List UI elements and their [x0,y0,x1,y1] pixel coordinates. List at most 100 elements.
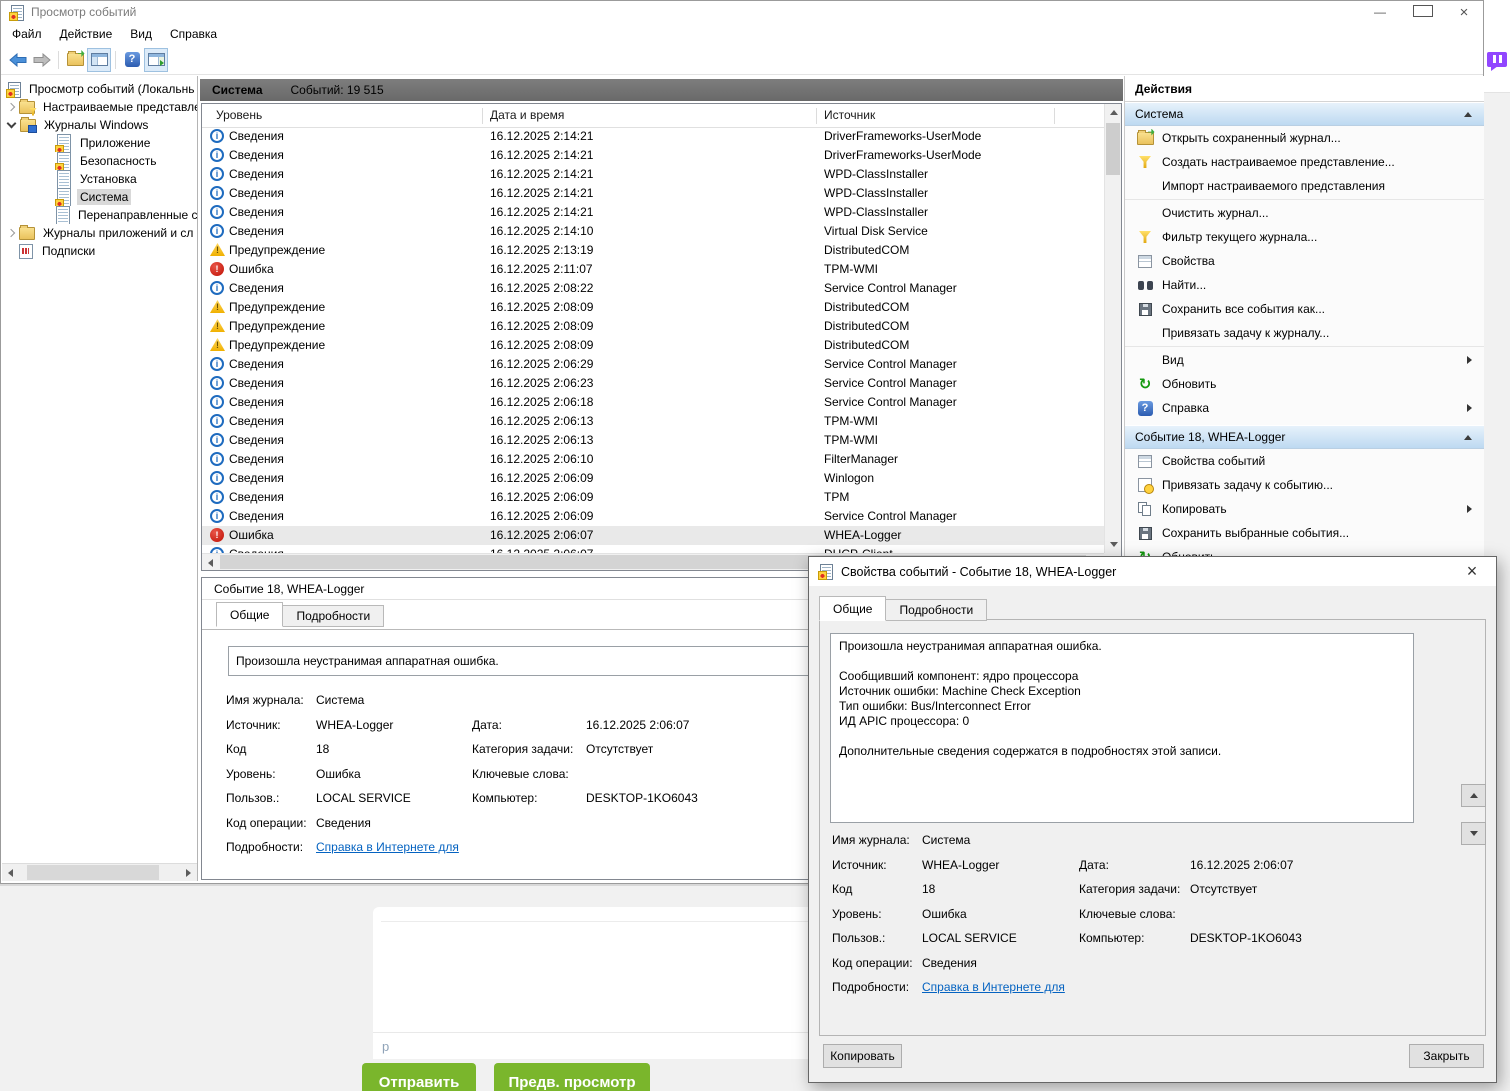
event-row[interactable]: i Сведения 16.12.2025 2:06:10 FilterManager [202,450,1104,469]
event-row[interactable]: i Сведения 16.12.2025 2:14:21 WPD-ClassInst… [202,203,1104,222]
event-row[interactable]: ! Предупреждение 16.12.2025 2:08:09 Distrib… [202,298,1104,317]
toggle-console-tree-button[interactable] [87,47,111,72]
maximize-button[interactable] [1413,4,1433,20]
event-row[interactable]: i Сведения 16.12.2025 2:06:09 Winlogon [202,469,1104,488]
event-row[interactable]: iСведения16.12.2025 2:06:07DHCP-Client [202,545,1104,553]
online-help-link[interactable]: Справка в Интернете для [316,840,459,854]
help-button[interactable]: ? [120,48,144,72]
event-row[interactable]: ! Предупреждение 16.12.2025 2:08:09 Distrib… [202,317,1104,336]
menu-item-1[interactable]: Действие [51,25,122,43]
twitch-icon[interactable] [1487,52,1507,72]
action-item[interactable]: Открыть сохраненный журнал... [1125,126,1484,150]
event-row[interactable]: i Сведения 16.12.2025 2:06:23 Service Contr… [202,374,1104,393]
action-item[interactable]: Копировать [1125,497,1484,521]
action-item[interactable]: Привязать задачу к событию... [1125,473,1484,497]
chevron-right-icon[interactable] [6,102,16,112]
tree-item-4[interactable]: Безопасность [2,152,197,170]
menu-item-3[interactable]: Справка [161,25,226,43]
title-bar[interactable]: Просмотр событий — × [1,1,1483,23]
event-source: FilterManager [824,452,899,466]
event-row[interactable]: i Сведения 16.12.2025 2:06:13 TPM-WMI [202,431,1104,450]
event-row[interactable]: i Сведения 16.12.2025 2:14:10 Virtual Disk … [202,222,1104,241]
tree-item-8[interactable]: Журналы приложений и сл [2,224,197,242]
collapse-icon[interactable] [1464,434,1472,440]
dialog-title-bar[interactable]: Свойства событий - Событие 18, WHEA-Logg… [809,557,1496,586]
vertical-scrollbar[interactable] [1104,104,1121,553]
tree-item-5[interactable]: Установка [2,170,197,188]
action-item[interactable]: Импорт настраиваемого представления [1125,174,1484,198]
action-item[interactable]: Привязать задачу к журналу... [1125,321,1484,345]
event-row[interactable]: i Сведения 16.12.2025 2:14:21 DriverFramewo… [202,146,1104,165]
submit-button[interactable]: Отправить [362,1063,476,1091]
event-row[interactable]: i Сведения 16.12.2025 2:06:09 Service Contr… [202,507,1104,526]
tree-item-9[interactable]: Подписки [2,242,197,260]
event-row[interactable]: i Сведения 16.12.2025 2:06:09 TPM [202,488,1104,507]
scroll-up-button[interactable] [1105,104,1122,121]
open-saved-log-button[interactable] [63,48,87,72]
chevron-right-icon[interactable] [6,228,16,238]
toggle-action-pane-button[interactable] [144,47,168,72]
action-group-header-0[interactable]: Система [1125,102,1484,126]
action-item[interactable]: Фильтр текущего журнала... [1125,225,1484,249]
dialog-tab-details[interactable]: Подробности [885,599,988,621]
minimize-button[interactable]: — [1371,5,1389,19]
action-group-header-1[interactable]: Событие 18, WHEA-Logger [1125,425,1484,449]
action-item[interactable]: Сохранить все события как... [1125,297,1484,321]
preview-button[interactable]: Предв. просмотр [494,1063,650,1091]
tree-item-3[interactable]: Приложение [2,134,197,152]
event-row[interactable]: i Сведения 16.12.2025 2:14:21 WPD-ClassInst… [202,165,1104,184]
action-item[interactable]: Свойства [1125,249,1484,273]
event-row[interactable]: i Сведения 16.12.2025 2:06:18 Service Contr… [202,393,1104,412]
tree-item-label: Установка [80,172,137,186]
back-button[interactable] [6,48,30,72]
action-item[interactable]: Свойства событий [1125,449,1484,473]
menu-item-2[interactable]: Вид [121,25,161,43]
column-level[interactable]: Уровень [216,108,262,122]
dialog-close-button[interactable]: × [1452,557,1492,586]
tree-item-1[interactable]: Настраиваемые представле [2,98,197,116]
tree-item-7[interactable]: Перенаправленные соб [2,206,197,224]
close-button[interactable]: × [1455,4,1473,21]
event-row[interactable]: i Сведения 16.12.2025 2:14:21 DriverFramewo… [202,127,1104,146]
scroll-left-button[interactable] [202,554,219,571]
tree-item-0[interactable]: Просмотр событий (Локальнь [2,80,197,98]
action-item[interactable]: Создать настраиваемое представление... [1125,150,1484,174]
action-item[interactable]: Сохранить выбранные события... [1125,521,1484,545]
scroll-down-button[interactable] [1105,536,1122,553]
dialog-tab-general[interactable]: Общие [819,596,887,621]
close-dialog-button[interactable]: Закрыть [1409,1044,1484,1068]
chevron-down-icon[interactable] [6,118,17,129]
online-help-link[interactable]: Справка в Интернете для [922,980,1065,994]
action-item[interactable]: Очистить журнал... [1125,201,1484,225]
event-datetime: 16.12.2025 2:06:29 [490,357,594,371]
tree-horizontal-scrollbar[interactable] [2,863,197,881]
column-source[interactable]: Источник [824,108,875,122]
tab-details[interactable]: Подробности [282,605,385,627]
event-row[interactable]: ! Предупреждение 16.12.2025 2:13:19 Distrib… [202,241,1104,260]
column-datetime[interactable]: Дата и время [490,108,564,122]
action-item[interactable]: Вид [1125,348,1484,372]
event-row[interactable]: ! Ошибка 16.12.2025 2:06:07 WHEA-Logger [202,526,1104,545]
scroll-right-button[interactable] [180,864,197,881]
forward-button[interactable] [30,48,54,72]
event-row[interactable]: i Сведения 16.12.2025 2:06:29 Service Contr… [202,355,1104,374]
event-row[interactable]: ! Предупреждение 16.12.2025 2:08:09 Distrib… [202,336,1104,355]
event-row[interactable]: i Сведения 16.12.2025 2:06:13 TPM-WMI [202,412,1104,431]
previous-event-button[interactable] [1461,784,1486,807]
field-label: Имя журнала: [832,833,910,848]
event-row[interactable]: i Сведения 16.12.2025 2:08:22 Service Contr… [202,279,1104,298]
action-item[interactable]: ? Справка [1125,396,1484,420]
action-item[interactable]: Найти... [1125,273,1484,297]
tree-item-2[interactable]: Журналы Windows [2,116,197,134]
scrollbar-thumb[interactable] [27,865,159,880]
collapse-icon[interactable] [1464,111,1472,117]
menu-item-0[interactable]: Файл [3,25,51,43]
copy-button[interactable]: Копировать [823,1044,902,1068]
action-item[interactable]: ↻ Обновить [1125,372,1484,396]
event-row[interactable]: ! Ошибка 16.12.2025 2:11:07 TPM-WMI [202,260,1104,279]
tab-general[interactable]: Общие [216,602,284,627]
tree-item-6[interactable]: Система [2,188,197,206]
event-row[interactable]: i Сведения 16.12.2025 2:14:21 WPD-ClassInst… [202,184,1104,203]
scrollbar-thumb[interactable] [1106,123,1120,175]
scroll-left-button[interactable] [2,864,19,881]
